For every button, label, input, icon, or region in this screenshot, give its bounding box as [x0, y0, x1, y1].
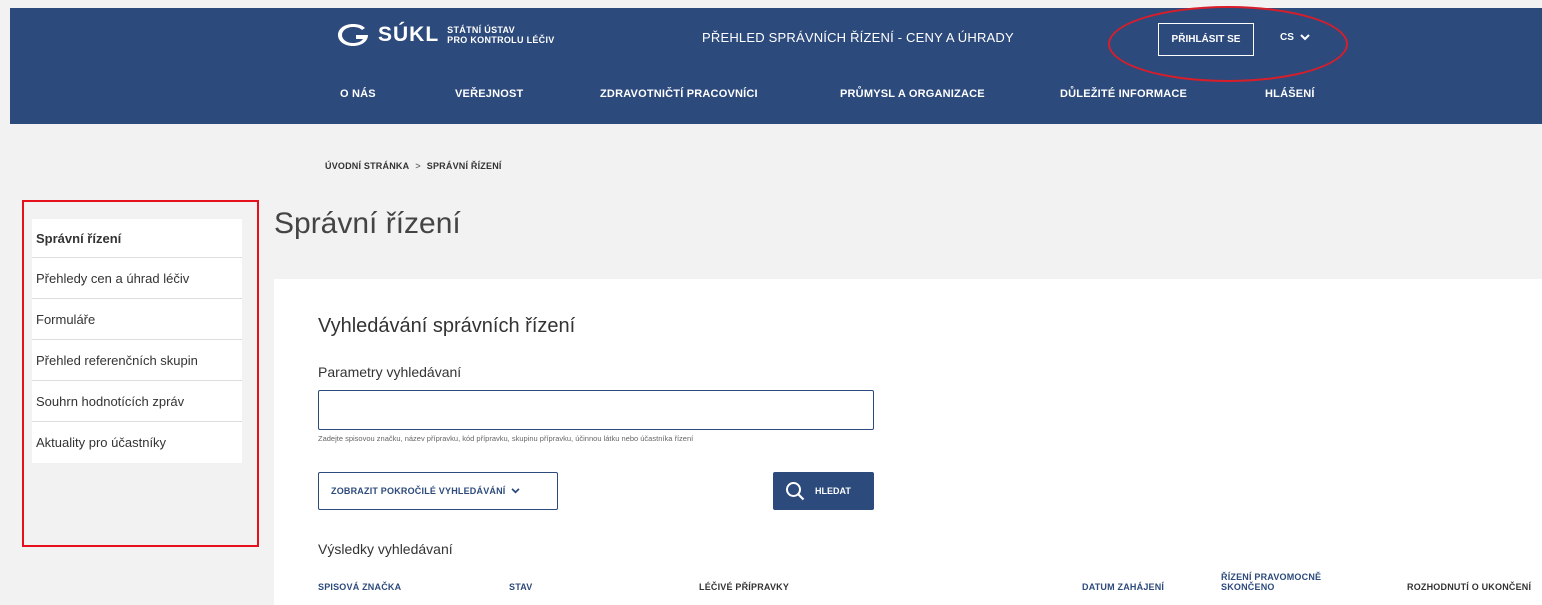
column-rizeni-pravomocne[interactable]: ŘÍZENÍ PRAVOMOCNĚ SKONČENO [1221, 572, 1321, 592]
sukl-logo-icon [338, 24, 368, 46]
brand-subtitle: STÁTNÍ ÚSTAV PRO KONTROLU LÉČIV [447, 25, 554, 45]
brand-name: SÚKL [378, 23, 440, 46]
search-hint: Zadejte spisovou značku, název přípravku… [318, 434, 694, 443]
search-icon [786, 482, 805, 501]
sidebar-item-referencni-skupiny[interactable]: Přehled referenčních skupin [32, 340, 242, 381]
column-rozhodnuti: ROZHODNUTÍ O UKONČENÍ [1407, 582, 1532, 592]
column-spisova-znacka[interactable]: SPISOVÁ ZNAČKA [318, 582, 401, 592]
site-title: PŘEHLED SPRÁVNÍCH ŘÍZENÍ - CENY A ÚHRADY [702, 30, 1014, 45]
sidebar-item-formulare[interactable]: Formuláře [32, 299, 242, 340]
breadcrumb-separator: > [415, 161, 421, 171]
nav-item-o-nas[interactable]: O NÁS [340, 88, 376, 100]
sukl-logo[interactable]: SÚKL STÁTNÍ ÚSTAV PRO KONTROLU LÉČIV [336, 22, 555, 48]
brand-sub-line1: STÁTNÍ ÚSTAV [447, 25, 515, 35]
sidebar-item-hodnotici-zpravy[interactable]: Souhrn hodnotících zpráv [32, 381, 242, 422]
sidebar-menu: Správní řízení Přehledy cen a úhrad léči… [32, 219, 242, 463]
nav-item-dulezite-informace[interactable]: DŮLEŽITÉ INFORMACE [1060, 88, 1187, 100]
search-button[interactable]: HLEDAT [773, 472, 874, 510]
sidebar-item-prehledy-cen[interactable]: Přehledy cen a úhrad léčiv [32, 258, 242, 299]
search-panel: Vyhledávání správních řízení Parametry v… [274, 279, 1542, 605]
breadcrumb-current: SPRÁVNÍ ŘÍZENÍ [426, 161, 502, 171]
search-input[interactable] [318, 390, 874, 430]
results-label: Výsledky vyhledávaní [318, 541, 453, 557]
breadcrumb: ÚVODNÍ STRÁNKA > SPRÁVNÍ ŘÍZENÍ [325, 161, 502, 171]
annotation-ellipse [1108, 6, 1348, 82]
search-button-label: HLEDAT [815, 486, 851, 496]
breadcrumb-home[interactable]: ÚVODNÍ STRÁNKA [325, 161, 409, 171]
sidebar-item-aktuality[interactable]: Aktuality pro účastníky [32, 422, 242, 463]
page-title: Správní řízení [274, 207, 461, 240]
nav-item-zdravotnicti-pracovnici[interactable]: ZDRAVOTNIČTÍ PRACOVNÍCI [600, 88, 758, 100]
nav-item-hlaseni[interactable]: HLÁŠENÍ [1265, 88, 1315, 100]
column-rizeni-line1: ŘÍZENÍ PRAVOMOCNĚ [1221, 572, 1322, 582]
nav-item-verejnost[interactable]: VEŘEJNOST [455, 88, 523, 100]
site-header: SÚKL STÁTNÍ ÚSTAV PRO KONTROLU LÉČIV PŘE… [10, 6, 1542, 124]
advanced-search-button[interactable]: ZOBRAZIT POKROČILÉ VYHLEDÁVÁNÍ [318, 472, 558, 510]
column-stav[interactable]: STAV [509, 582, 532, 592]
column-datum-zahajeni[interactable]: DATUM ZAHÁJENÍ [1082, 582, 1164, 592]
chevron-down-icon [510, 488, 520, 494]
brand-sub-line2: PRO KONTROLU LÉČIV [447, 35, 555, 45]
column-rizeni-line2: SKONČENO [1221, 582, 1275, 592]
column-lecive-pripravky: LÉČIVÉ PŘÍPRAVKY [699, 582, 790, 592]
nav-item-prumysl[interactable]: PRŮMYSL A ORGANIZACE [840, 88, 985, 100]
search-heading: Vyhledávání správních řízení [318, 315, 576, 337]
sidebar-annotation-box: Správní řízení Přehledy cen a úhrad léči… [22, 200, 259, 547]
advanced-search-label: ZOBRAZIT POKROČILÉ VYHLEDÁVÁNÍ [331, 486, 506, 496]
sidebar-item-spravni-rizeni[interactable]: Správní řízení [32, 219, 242, 258]
params-label: Parametry vyhledávaní [318, 364, 462, 380]
